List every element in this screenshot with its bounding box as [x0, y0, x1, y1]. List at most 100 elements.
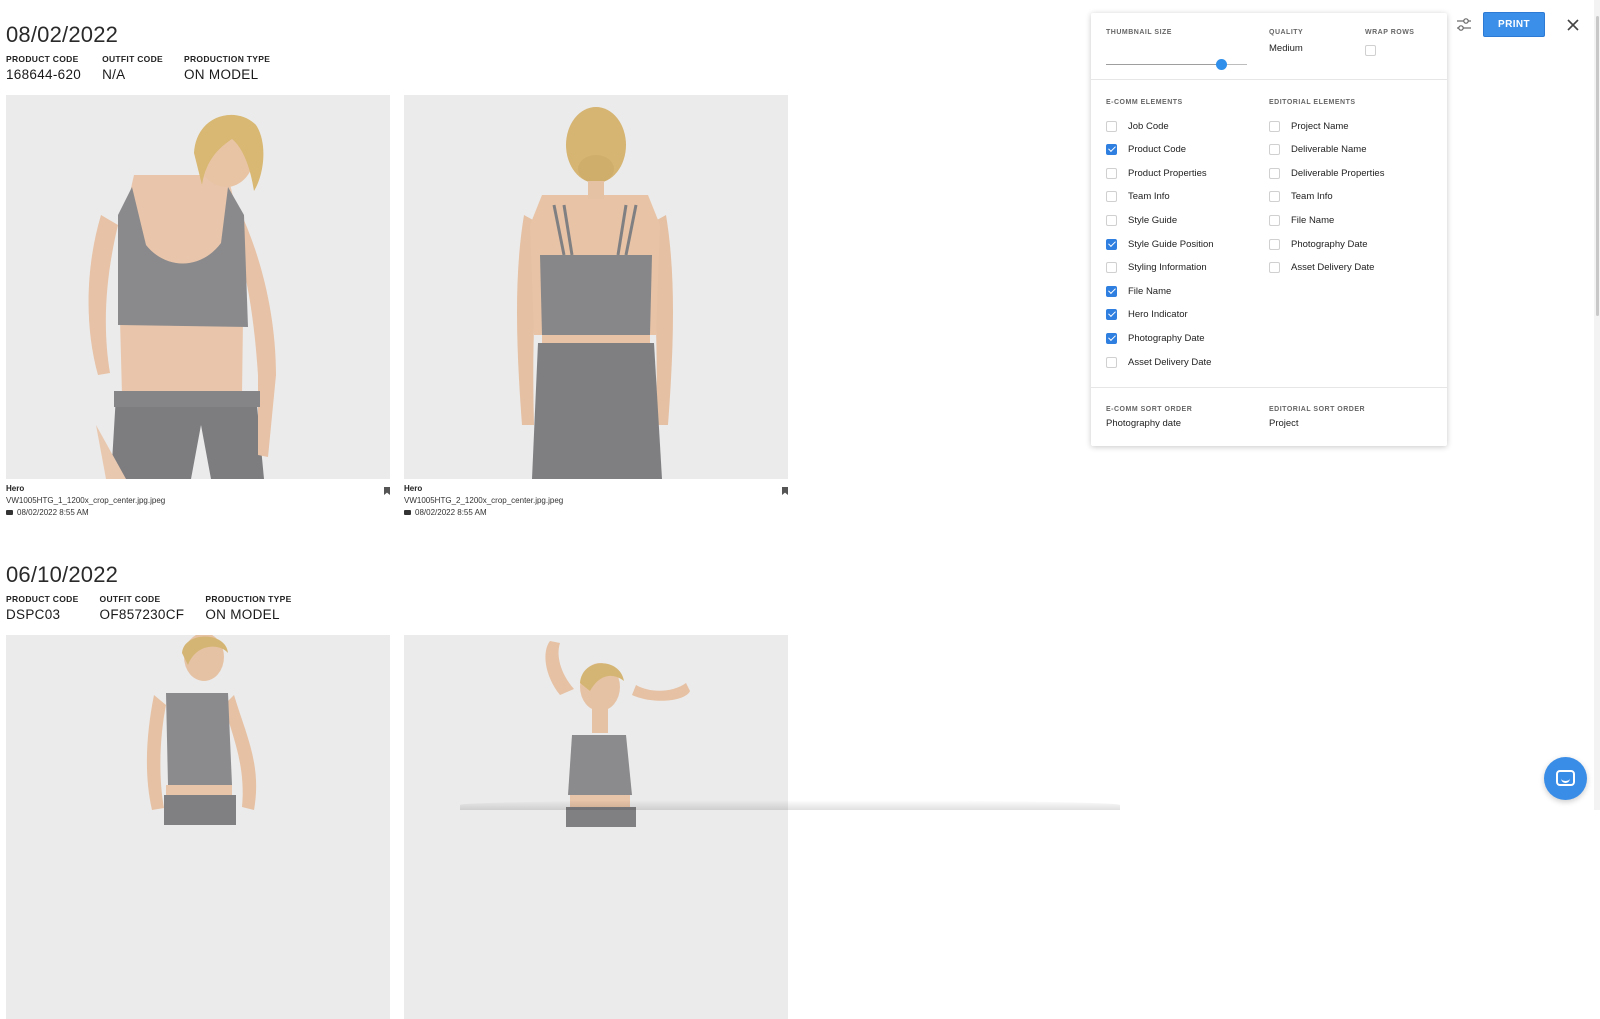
element-checkbox[interactable] [1106, 144, 1117, 156]
element-option[interactable]: Photography Date [1106, 331, 1205, 345]
element-option[interactable]: Team Info [1106, 190, 1170, 204]
editorial-sort-select[interactable]: Project [1269, 418, 1299, 429]
element-option[interactable]: Job Code [1106, 119, 1169, 133]
element-option-label: Deliverable Properties [1291, 167, 1385, 179]
element-option-label: Styling Information [1128, 262, 1207, 274]
element-option-label: Team Info [1291, 191, 1333, 203]
element-option[interactable]: Asset Delivery Date [1106, 355, 1211, 369]
photo-card[interactable] [404, 635, 788, 1019]
meta-production-type: PRODUCTION TYPE ON MODEL [184, 54, 270, 82]
element-option-label: Asset Delivery Date [1291, 262, 1375, 274]
meta-label: PRODUCT CODE [6, 594, 79, 604]
divider [1091, 79, 1447, 80]
bottom-shadow [460, 800, 1120, 810]
element-checkbox[interactable] [1106, 214, 1117, 226]
meta-value: DSPC03 [6, 607, 61, 622]
element-option-label: Project Name [1291, 120, 1349, 132]
wrap-rows-checkbox[interactable] [1365, 45, 1376, 56]
divider [1091, 387, 1447, 388]
element-option-label: File Name [1291, 214, 1335, 226]
element-checkbox[interactable] [1269, 120, 1280, 132]
element-option[interactable]: Team Info [1269, 190, 1333, 204]
thumbnail-size-slider[interactable] [1106, 59, 1247, 70]
element-checkbox[interactable] [1106, 285, 1117, 297]
element-checkbox[interactable] [1106, 262, 1117, 274]
element-option-label: Style Guide Position [1128, 238, 1214, 250]
meta-label: PRODUCTION TYPE [205, 594, 292, 604]
element-checkbox[interactable] [1269, 238, 1280, 250]
photo-card[interactable] [6, 635, 390, 1019]
sliders-icon[interactable] [1455, 16, 1473, 34]
close-icon[interactable] [1565, 17, 1581, 33]
quality-select[interactable]: Medium [1269, 43, 1303, 54]
photo-row [6, 635, 802, 1019]
meta-label: OUTFIT CODE [99, 594, 161, 604]
element-checkbox[interactable] [1269, 191, 1280, 203]
bookmark-icon[interactable] [782, 487, 788, 495]
product-photo[interactable] [6, 635, 390, 1019]
ecomm-sort-label: E-COMM SORT ORDER [1106, 406, 1193, 413]
element-option-label: Photography Date [1291, 238, 1368, 250]
element-option[interactable]: File Name [1106, 284, 1171, 298]
element-option[interactable]: Styling Information [1106, 261, 1207, 275]
element-checkbox[interactable] [1106, 332, 1117, 344]
element-option[interactable]: Deliverable Name [1269, 143, 1367, 157]
meta-outfit-code: OUTFIT CODE OF857230CF [100, 594, 185, 622]
photo-date-text: 08/02/2022 8:55 AM [17, 508, 89, 517]
meta-value: 168644-620 [6, 67, 82, 82]
element-checkbox[interactable] [1269, 214, 1280, 226]
meta-product-code: PRODUCT CODE DSPC03 [6, 594, 79, 622]
chat-icon[interactable] [1544, 757, 1587, 800]
slider-fill [1106, 64, 1222, 65]
group-date: 06/10/2022 [6, 562, 119, 587]
view-settings-panel: THUMBNAIL SIZE QUALITY Medium WRAP ROWS … [1091, 13, 1447, 446]
element-option[interactable]: Product Properties [1106, 166, 1207, 180]
element-option[interactable]: Style Guide Position [1106, 237, 1214, 251]
element-checkbox[interactable] [1106, 167, 1117, 179]
element-option-label: Deliverable Name [1291, 144, 1367, 156]
group-date: 08/02/2022 [6, 22, 119, 47]
element-option[interactable]: Hero Indicator [1106, 308, 1188, 322]
element-option-label: Hero Indicator [1128, 309, 1188, 321]
meta-value: OF857230CF [99, 607, 185, 622]
element-option[interactable]: File Name [1269, 213, 1334, 227]
element-checkbox[interactable] [1106, 120, 1117, 132]
element-option[interactable]: Asset Delivery Date [1269, 261, 1374, 275]
ecomm-sort-select[interactable]: Photography date [1106, 418, 1181, 429]
print-button[interactable]: PRINT [1483, 12, 1545, 37]
element-checkbox[interactable] [1106, 309, 1117, 321]
element-checkbox[interactable] [1106, 238, 1117, 250]
element-option[interactable]: Product Code [1106, 143, 1186, 157]
chat-bubble-glyph [1556, 770, 1575, 786]
element-checkbox[interactable] [1106, 356, 1117, 368]
photo-card[interactable]: Hero VW1005HTG_2_1200x_crop_center.jpg.j… [404, 95, 788, 517]
scrollbar-thumb[interactable] [1596, 16, 1599, 316]
element-option[interactable]: Photography Date [1269, 237, 1368, 251]
photo-file-name: VW1005HTG_2_1200x_crop_center.jpg.jpeg [404, 496, 564, 505]
meta-outfit-code: OUTFIT CODE N/A [102, 54, 163, 82]
date-group-1: 08/02/2022 PRODUCT CODE 168644-620 OUTFI… [6, 22, 802, 517]
bookmark-icon[interactable] [384, 487, 390, 495]
slider-thumb[interactable] [1216, 59, 1228, 70]
meta-label: PRODUCTION TYPE [184, 54, 271, 64]
element-option-label: Style Guide [1128, 214, 1178, 226]
product-photo[interactable] [6, 95, 390, 479]
element-option[interactable]: Project Name [1269, 119, 1349, 133]
photo-date: 08/02/2022 8:55 AM [6, 508, 390, 517]
element-checkbox[interactable] [1106, 191, 1117, 203]
element-checkbox[interactable] [1269, 262, 1280, 274]
photo-caption-title: Hero [404, 484, 423, 493]
photo-file-name: VW1005HTG_1_1200x_crop_center.jpg.jpeg [6, 496, 166, 505]
element-option[interactable]: Style Guide [1106, 213, 1177, 227]
group-meta: PRODUCT CODE DSPC03 OUTFIT CODE OF857230… [6, 594, 802, 622]
product-photo[interactable] [404, 95, 788, 479]
group-meta: PRODUCT CODE 168644-620 OUTFIT CODE N/A … [6, 54, 802, 82]
element-checkbox[interactable] [1269, 167, 1280, 179]
meta-label: PRODUCT CODE [6, 54, 79, 64]
scrollbar[interactable] [1594, 0, 1600, 810]
ecomm-elements-title: E-COMM ELEMENTS [1106, 99, 1183, 106]
product-photo[interactable] [404, 635, 788, 1019]
photo-card[interactable]: Hero VW1005HTG_1_1200x_crop_center.jpg.j… [6, 95, 390, 517]
element-checkbox[interactable] [1269, 144, 1280, 156]
element-option[interactable]: Deliverable Properties [1269, 166, 1384, 180]
